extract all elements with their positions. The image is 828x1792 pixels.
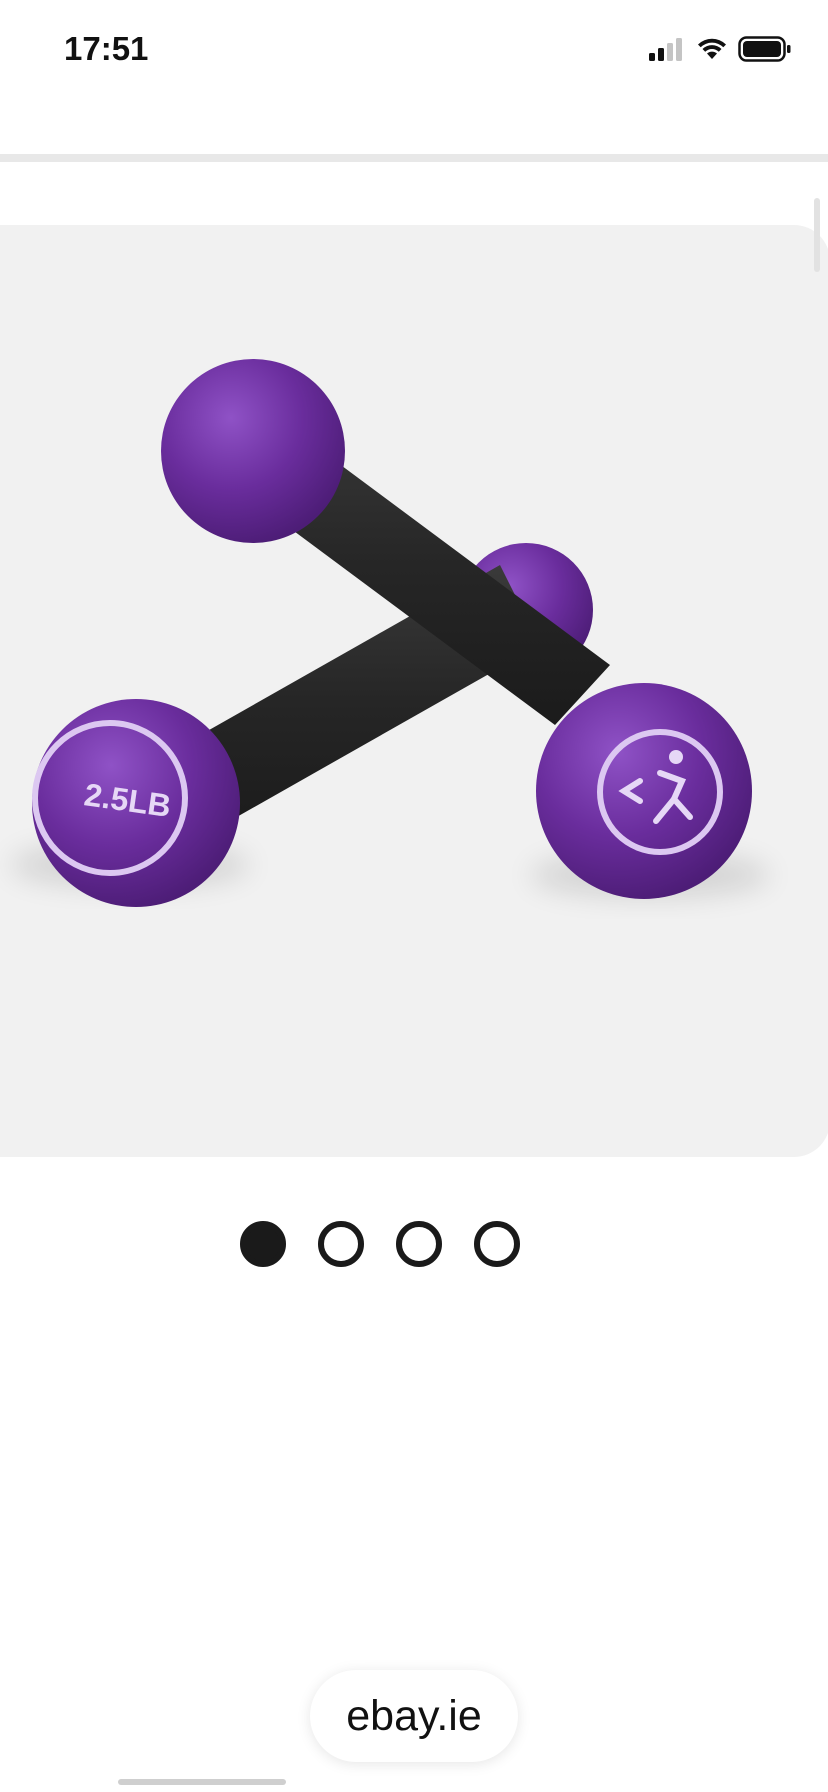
scroll-indicator[interactable] (814, 198, 820, 272)
carousel-pagination (0, 1221, 760, 1267)
cellular-signal-icon (648, 37, 686, 66)
screen: 17:51 2.5LB ebay.ie (0, 0, 828, 1792)
dumbbells-illustration: 2.5LB (10, 359, 770, 907)
wifi-icon (696, 37, 728, 66)
address-bar[interactable]: ebay.ie (310, 1670, 518, 1762)
header-divider (0, 154, 828, 162)
carousel-dot[interactable] (318, 1221, 364, 1267)
home-indicator[interactable] (118, 1779, 286, 1785)
dumbbell-bell (161, 359, 345, 543)
battery-icon (738, 36, 792, 67)
carousel-dot[interactable] (240, 1221, 286, 1267)
status-time: 17:51 (64, 30, 149, 67)
carousel-dot[interactable] (474, 1221, 520, 1267)
status-bar: 17:51 (0, 0, 828, 100)
status-icons (648, 36, 792, 67)
carousel-dot[interactable] (396, 1221, 442, 1267)
product-image[interactable]: 2.5LB (0, 225, 828, 1157)
domain-text: ebay.ie (346, 1691, 482, 1740)
front-dumbbell (161, 359, 752, 899)
